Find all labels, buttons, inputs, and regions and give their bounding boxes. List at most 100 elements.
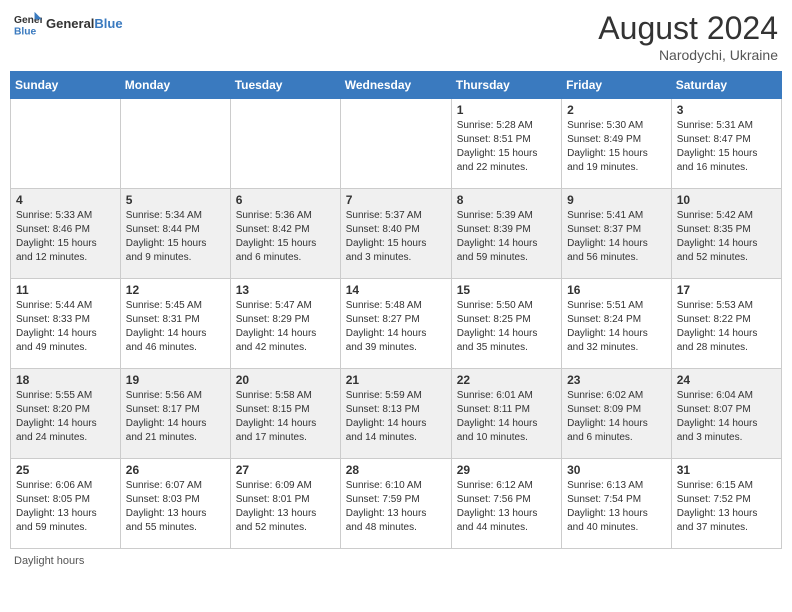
title-section: August 2024 Narodychi, Ukraine [598,10,778,63]
calendar-cell: 16 Sunrise: 5:51 AMSunset: 8:24 PMDayligh… [562,279,672,369]
calendar-week-row: 11Sunrise: 5:44 AMSunset: 8:33 PMDayligh… [11,279,782,369]
calendar-week-row: 1 Sunrise: 5:28 AMSunset: 8:51 PMDaylight… [11,99,782,189]
day-number: 12 [126,283,225,297]
day-info: Sunrise: 5:56 AMSunset: 8:17 PMDaylight:… [126,389,225,445]
header-sunday: Sunday [11,72,121,99]
logo-blue: Blue [94,16,122,31]
calendar-cell: 31 Sunrise: 6:15 AMSunset: 7:52 PMDayligh… [671,459,781,549]
day-info: Sunrise: 5:31 AMSunset: 8:47 PMDaylight:… [677,119,776,175]
day-number: 9 [567,193,666,207]
day-info: Sunrise: 6:13 AMSunset: 7:54 PMDaylight:… [567,479,666,535]
calendar-table: Sunday Monday Tuesday Wednesday Thursday… [10,71,782,549]
day-number: 2 [567,103,666,117]
calendar-cell: 15Sunrise: 5:50 AMSunset: 8:25 PMDayligh… [451,279,561,369]
calendar-cell: 18Sunrise: 5:55 AMSunset: 8:20 PMDayligh… [11,369,121,459]
day-info: Sunrise: 5:53 AMSunset: 8:22 PMDaylight:… [677,299,776,355]
svg-text:Blue: Blue [14,26,37,37]
day-info: Sunrise: 6:10 AMSunset: 7:59 PMDaylight:… [346,479,446,535]
calendar-cell: 1 Sunrise: 5:28 AMSunset: 8:51 PMDaylight… [451,99,561,189]
footer-note: Daylight hours [10,555,782,567]
day-number: 21 [346,373,446,387]
calendar-cell: 22 Sunrise: 6:01 AMSunset: 8:11 PMDayligh… [451,369,561,459]
day-info: Sunrise: 5:42 AMSunset: 8:35 PMDaylight:… [677,209,776,265]
calendar-week-row: 18Sunrise: 5:55 AMSunset: 8:20 PMDayligh… [11,369,782,459]
calendar-cell: 12 Sunrise: 5:45 AMSunset: 8:31 PMDayligh… [120,279,230,369]
calendar-cell: 30 Sunrise: 6:13 AMSunset: 7:54 PMDayligh… [562,459,672,549]
day-number: 16 [567,283,666,297]
calendar-cell: 5 Sunrise: 5:34 AMSunset: 8:44 PMDaylight… [120,189,230,279]
logo-general: General [46,16,94,31]
day-info: Sunrise: 5:51 AMSunset: 8:24 PMDaylight:… [567,299,666,355]
calendar-cell: 10 Sunrise: 5:42 AMSunset: 8:35 PMDayligh… [671,189,781,279]
day-info: Sunrise: 5:37 AMSunset: 8:40 PMDaylight:… [346,209,446,265]
day-number: 13 [236,283,335,297]
day-number: 8 [457,193,556,207]
day-number: 29 [457,463,556,477]
calendar-cell: 29 Sunrise: 6:12 AMSunset: 7:56 PMDayligh… [451,459,561,549]
day-number: 10 [677,193,776,207]
day-info: Sunrise: 5:36 AMSunset: 8:42 PMDaylight:… [236,209,335,265]
calendar-cell: 9Sunrise: 5:41 AMSunset: 8:37 PMDaylight… [562,189,672,279]
day-number: 18 [16,373,115,387]
day-info: Sunrise: 5:47 AMSunset: 8:29 PMDaylight:… [236,299,335,355]
day-number: 27 [236,463,335,477]
day-number: 20 [236,373,335,387]
day-number: 1 [457,103,556,117]
day-number: 5 [126,193,225,207]
day-number: 25 [16,463,115,477]
day-info: Sunrise: 6:06 AMSunset: 8:05 PMDaylight:… [16,479,115,535]
calendar-cell: 17Sunrise: 5:53 AMSunset: 8:22 PMDayligh… [671,279,781,369]
day-info: Sunrise: 6:15 AMSunset: 7:52 PMDaylight:… [677,479,776,535]
day-info: Sunrise: 5:59 AMSunset: 8:13 PMDaylight:… [346,389,446,445]
day-number: 19 [126,373,225,387]
day-info: Sunrise: 5:44 AMSunset: 8:33 PMDaylight:… [16,299,115,355]
calendar-cell: 11Sunrise: 5:44 AMSunset: 8:33 PMDayligh… [11,279,121,369]
calendar-cell: 25 Sunrise: 6:06 AMSunset: 8:05 PMDayligh… [11,459,121,549]
calendar-cell: 3Sunrise: 5:31 AMSunset: 8:47 PMDaylight… [671,99,781,189]
calendar-cell: 8 Sunrise: 5:39 AMSunset: 8:39 PMDaylight… [451,189,561,279]
calendar-cell: 27 Sunrise: 6:09 AMSunset: 8:01 PMDayligh… [230,459,340,549]
day-number: 31 [677,463,776,477]
day-info: Sunrise: 5:50 AMSunset: 8:25 PMDaylight:… [457,299,556,355]
calendar-cell: 4 Sunrise: 5:33 AMSunset: 8:46 PMDaylight… [11,189,121,279]
day-number: 26 [126,463,225,477]
header: General Blue GeneralBlue August 2024 Nar… [10,10,782,63]
day-info: Sunrise: 6:02 AMSunset: 8:09 PMDaylight:… [567,389,666,445]
calendar-cell [340,99,451,189]
day-info: Sunrise: 6:01 AMSunset: 8:11 PMDaylight:… [457,389,556,445]
header-wednesday: Wednesday [340,72,451,99]
day-number: 4 [16,193,115,207]
day-number: 7 [346,193,446,207]
day-number: 24 [677,373,776,387]
month-year: August 2024 [598,10,778,47]
day-number: 22 [457,373,556,387]
calendar-cell: 21 Sunrise: 5:59 AMSunset: 8:13 PMDayligh… [340,369,451,459]
day-info: Sunrise: 5:39 AMSunset: 8:39 PMDaylight:… [457,209,556,265]
calendar-cell [120,99,230,189]
day-number: 28 [346,463,446,477]
day-info: Sunrise: 5:34 AMSunset: 8:44 PMDaylight:… [126,209,225,265]
day-info: Sunrise: 5:30 AMSunset: 8:49 PMDaylight:… [567,119,666,175]
day-number: 30 [567,463,666,477]
day-info: Sunrise: 6:12 AMSunset: 7:56 PMDaylight:… [457,479,556,535]
calendar-cell [11,99,121,189]
calendar-cell: 6 Sunrise: 5:36 AMSunset: 8:42 PMDaylight… [230,189,340,279]
logo-icon: General Blue [14,10,42,38]
calendar-week-row: 25 Sunrise: 6:06 AMSunset: 8:05 PMDayligh… [11,459,782,549]
calendar-cell: 24 Sunrise: 6:04 AMSunset: 8:07 PMDayligh… [671,369,781,459]
header-saturday: Saturday [671,72,781,99]
location: Narodychi, Ukraine [598,47,778,63]
day-number: 6 [236,193,335,207]
calendar-cell: 2 Sunrise: 5:30 AMSunset: 8:49 PMDaylight… [562,99,672,189]
day-info: Sunrise: 6:07 AMSunset: 8:03 PMDaylight:… [126,479,225,535]
calendar-cell: 28 Sunrise: 6:10 AMSunset: 7:59 PMDayligh… [340,459,451,549]
day-info: Sunrise: 5:45 AMSunset: 8:31 PMDaylight:… [126,299,225,355]
day-info: Sunrise: 6:09 AMSunset: 8:01 PMDaylight:… [236,479,335,535]
days-header-row: Sunday Monday Tuesday Wednesday Thursday… [11,72,782,99]
calendar-cell: 19 Sunrise: 5:56 AMSunset: 8:17 PMDayligh… [120,369,230,459]
day-info: Sunrise: 6:04 AMSunset: 8:07 PMDaylight:… [677,389,776,445]
calendar-cell [230,99,340,189]
day-info: Sunrise: 5:33 AMSunset: 8:46 PMDaylight:… [16,209,115,265]
calendar-cell: 20Sunrise: 5:58 AMSunset: 8:15 PMDayligh… [230,369,340,459]
day-info: Sunrise: 5:28 AMSunset: 8:51 PMDaylight:… [457,119,556,175]
